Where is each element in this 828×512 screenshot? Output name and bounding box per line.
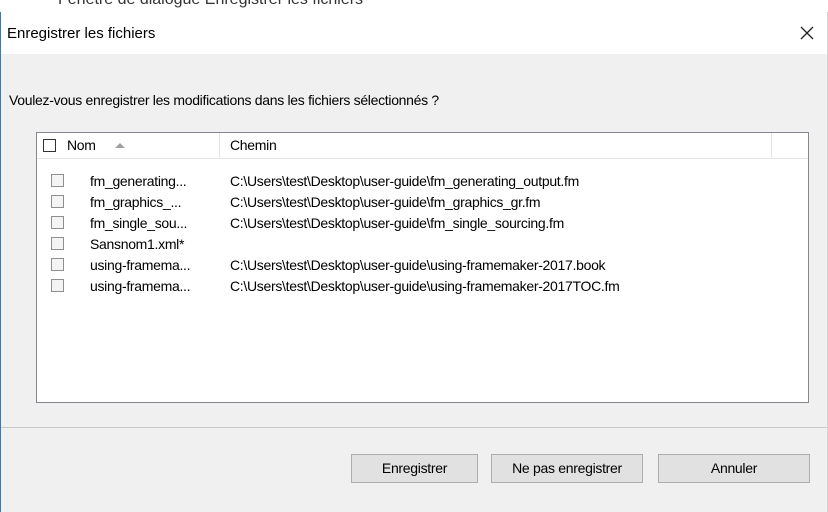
cancel-button[interactable]: Annuler <box>658 454 810 483</box>
column-header-name[interactable]: Nom <box>37 133 217 158</box>
dialog-prompt: Voulez-vous enregistrer les modification… <box>9 92 439 108</box>
file-name: fm_single_sou... <box>90 215 188 231</box>
file-name: Sansnom1.xml* <box>90 236 185 252</box>
dialog-title: Enregistrer les fichiers <box>7 25 156 42</box>
column-header-path-label: Chemin <box>230 137 277 153</box>
file-path: C:\Users\test\Desktop\user-guide\fm_grap… <box>230 194 541 210</box>
file-checkbox[interactable] <box>51 195 64 208</box>
column-header-name-label: Nom <box>67 137 96 153</box>
file-checkbox[interactable] <box>51 258 64 271</box>
save-files-dialog: Enregistrer les fichiers Voulez-vous enr… <box>0 12 828 512</box>
file-row[interactable]: using-framema... C:\Users\test\Desktop\u… <box>37 276 808 297</box>
sort-ascending-icon <box>115 143 125 148</box>
column-divider[interactable] <box>771 133 772 158</box>
file-checkbox[interactable] <box>51 279 64 292</box>
file-path: C:\Users\test\Desktop\user-guide\fm_gene… <box>230 173 579 189</box>
file-name: fm_graphics_... <box>90 194 182 210</box>
file-checkbox[interactable] <box>51 216 64 229</box>
file-name: using-framema... <box>90 278 191 294</box>
close-icon <box>800 26 814 40</box>
background-window-strip: Fenêtre de dialogue Enregistrer les fich… <box>0 0 828 12</box>
file-path: C:\Users\test\Desktop\user-guide\fm_sing… <box>230 215 564 231</box>
file-row[interactable]: fm_graphics_... C:\Users\test\Desktop\us… <box>37 192 808 213</box>
column-header-path[interactable]: Chemin <box>220 133 770 158</box>
file-checkbox[interactable] <box>51 237 64 250</box>
file-row[interactable]: fm_generating... C:\Users\test\Desktop\u… <box>37 171 808 192</box>
file-row[interactable]: fm_single_sou... C:\Users\test\Desktop\u… <box>37 213 808 234</box>
file-checkbox[interactable] <box>51 174 64 187</box>
dont-save-button[interactable]: Ne pas enregistrer <box>491 454 643 483</box>
file-path: C:\Users\test\Desktop\user-guide\using-f… <box>230 257 606 273</box>
list-header: Nom Chemin <box>37 133 808 159</box>
title-bar: Enregistrer les fichiers <box>1 12 827 54</box>
file-row[interactable]: Sansnom1.xml* <box>37 234 808 255</box>
save-button[interactable]: Enregistrer <box>351 454 478 483</box>
files-list[interactable]: Nom Chemin fm_generating... C:\Users\tes… <box>36 132 809 403</box>
button-area-divider <box>1 427 827 428</box>
background-window-title: Fenêtre de dialogue Enregistrer les fich… <box>58 0 363 9</box>
file-name: using-framema... <box>90 257 191 273</box>
file-row[interactable]: using-framema... C:\Users\test\Desktop\u… <box>37 255 808 276</box>
file-name: fm_generating... <box>90 173 187 189</box>
close-button[interactable] <box>787 16 827 50</box>
file-path: C:\Users\test\Desktop\user-guide\using-f… <box>230 278 620 294</box>
